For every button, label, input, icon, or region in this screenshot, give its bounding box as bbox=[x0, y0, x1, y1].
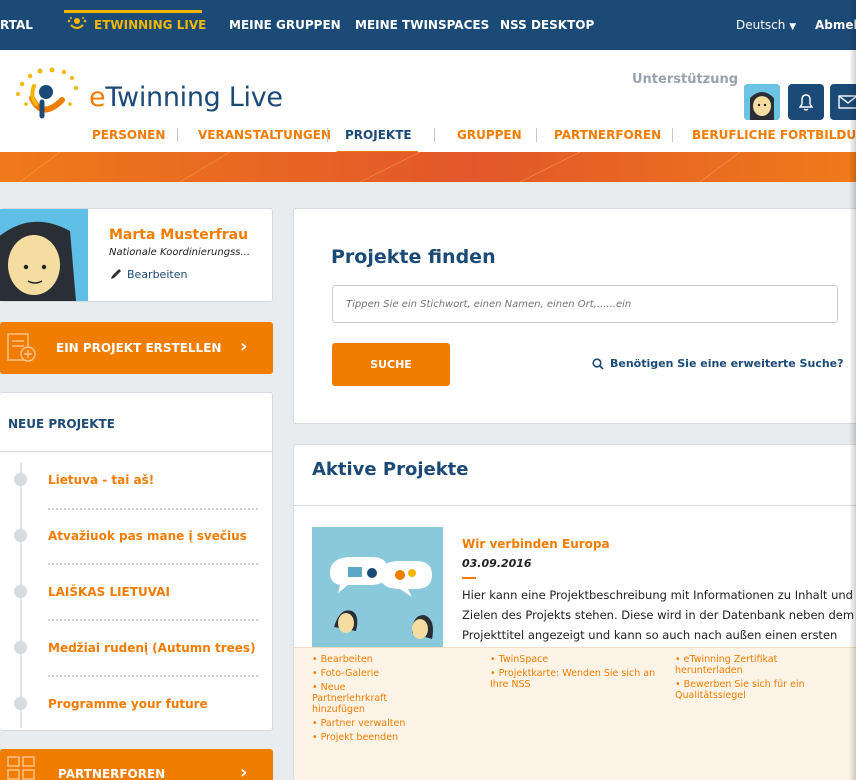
create-project-button[interactable]: EIN PROJEKT ERSTELLEN › bbox=[0, 322, 273, 374]
right-edge-shadow bbox=[849, 0, 856, 780]
nav-gruppen[interactable]: GRUPPEN bbox=[457, 128, 522, 142]
list-item[interactable]: Lietuva - tai aš! bbox=[0, 471, 272, 491]
list-item[interactable]: Atvažiuok pas mane į svečius bbox=[0, 527, 272, 547]
search-button[interactable]: SUCHE bbox=[332, 343, 450, 386]
action-projektkarte[interactable]: • Projektkarte: Wenden Sie sich an Ihre … bbox=[490, 668, 662, 690]
profile-role: Nationale Koordinierungss... bbox=[109, 247, 251, 258]
etwinning-logo-icon[interactable] bbox=[12, 64, 92, 126]
search-icon bbox=[592, 357, 604, 370]
nav-partnerforen[interactable]: PARTNERFOREN bbox=[554, 128, 661, 142]
etwinning-icon bbox=[67, 17, 87, 29]
topnav-nss-desktop[interactable]: NSS DESKTOP bbox=[500, 0, 594, 50]
topnav-meine-twinspaces[interactable]: MEINE TWINSPACES bbox=[355, 0, 489, 50]
edit-profile-link[interactable]: Bearbeiten bbox=[109, 267, 187, 281]
new-project-link[interactable]: Medžiai rudenį (Autumn trees) bbox=[48, 641, 256, 655]
site-header: eTwinning Live Unterstützung PERSONEN VE… bbox=[0, 50, 856, 154]
profile-avatar bbox=[0, 209, 88, 301]
action-qualitaetssiegel[interactable]: • Bewerben Sie sich für ein Qualitätssie… bbox=[675, 679, 825, 701]
timeline-dot bbox=[14, 529, 27, 542]
top-bar: RTAL ETWINNING LIVE MEINE GRUPPEN MEINE … bbox=[0, 0, 856, 50]
action-twinspace[interactable]: • TwinSpace bbox=[490, 654, 665, 665]
timeline-dot bbox=[14, 641, 27, 654]
profile-name[interactable]: Marta Musterfrau bbox=[109, 227, 248, 243]
pencil-icon bbox=[111, 269, 121, 279]
chevron-right-icon: › bbox=[240, 762, 248, 780]
action-zertifikat[interactable]: • eTwinning Zertifikat herunterladen bbox=[675, 654, 795, 676]
project-actions: • Bearbeiten • Foto-Galerie • Neue Partn… bbox=[294, 647, 856, 780]
decorative-banner bbox=[0, 152, 856, 182]
new-project-link[interactable]: Atvažiuok pas mane į svečius bbox=[48, 529, 247, 543]
nav-personen[interactable]: PERSONEN bbox=[92, 128, 165, 142]
avatar-icon bbox=[744, 84, 780, 120]
timeline-dot bbox=[14, 585, 27, 598]
action-projekt-beenden[interactable]: • Projekt beenden bbox=[312, 732, 462, 743]
list-item[interactable]: LAIŠKAS LIETUVAI bbox=[0, 583, 272, 603]
action-partner-verwalten[interactable]: • Partner verwalten bbox=[312, 718, 462, 729]
project-thumbnail[interactable] bbox=[312, 527, 443, 657]
advanced-search-link[interactable]: Benötigen Sie eine erweiterte Suche? bbox=[592, 357, 844, 370]
list-item[interactable]: Medžiai rudenį (Autumn trees) bbox=[0, 639, 272, 659]
project-date: 03.09.2016 bbox=[462, 557, 532, 570]
timeline-dot bbox=[14, 697, 27, 710]
main-navigation: PERSONEN VERANSTALTUNGEN PROJEKTE GRUPPE… bbox=[0, 128, 856, 154]
project-search-input[interactable] bbox=[332, 285, 838, 323]
divider bbox=[462, 577, 476, 579]
caret-down-icon: ▼ bbox=[789, 22, 797, 32]
bell-icon bbox=[798, 94, 814, 111]
support-link[interactable]: Unterstützung bbox=[632, 72, 738, 87]
language-selector[interactable]: Deutsch ▼ bbox=[736, 0, 796, 52]
topnav-meine-gruppen[interactable]: MEINE GRUPPEN bbox=[229, 0, 341, 50]
find-projects-panel: Projekte finden SUCHE Benötigen Sie eine… bbox=[293, 208, 856, 424]
action-bearbeiten[interactable]: • Bearbeiten bbox=[312, 654, 462, 665]
active-projects-panel: Aktive Projekte Wir verbinden Europa 03.… bbox=[293, 444, 856, 780]
partnerforen-button[interactable]: PARTNERFOREN › bbox=[0, 749, 273, 780]
new-project-link[interactable]: Programme your future bbox=[48, 697, 208, 711]
nav-veranstaltungen[interactable]: VERANSTALTUNGEN bbox=[198, 128, 331, 142]
new-project-link[interactable]: LAIŠKAS LIETUVAI bbox=[48, 585, 170, 599]
notifications-button[interactable] bbox=[788, 84, 824, 120]
new-projects-panel: NEUE PROJEKTE Lietuva - tai aš! Atvažiuo… bbox=[0, 392, 273, 731]
find-projects-title: Projekte finden bbox=[331, 246, 496, 268]
action-neue-partnerlehrkraft[interactable]: • Neue Partnerlehrkraft hinzufügen bbox=[312, 682, 422, 715]
partnerforen-label: PARTNERFOREN bbox=[58, 767, 166, 780]
active-projects-title: Aktive Projekte bbox=[312, 459, 469, 480]
new-projects-title: NEUE PROJEKTE bbox=[8, 417, 115, 431]
new-project-link[interactable]: Lietuva - tai aš! bbox=[48, 473, 154, 487]
chevron-right-icon: › bbox=[240, 336, 248, 357]
topnav-portal[interactable]: RTAL bbox=[0, 0, 33, 50]
site-logo-text[interactable]: eTwinning Live bbox=[89, 82, 283, 113]
profile-card: Marta Musterfrau Nationale Koordinierung… bbox=[0, 208, 273, 302]
add-document-icon bbox=[7, 333, 36, 362]
timeline-dot bbox=[14, 473, 27, 486]
grid-icon bbox=[7, 756, 35, 780]
nav-berufliche-fortbildung[interactable]: BERUFLICHE FORTBILDUNG bbox=[692, 128, 856, 142]
create-project-label: EIN PROJEKT ERSTELLEN bbox=[56, 341, 222, 355]
list-item[interactable]: Programme your future bbox=[0, 695, 272, 715]
project-title-link[interactable]: Wir verbinden Europa bbox=[462, 537, 610, 551]
action-foto-galerie[interactable]: • Foto-Galerie bbox=[312, 668, 462, 679]
user-avatar-button[interactable] bbox=[744, 84, 780, 120]
